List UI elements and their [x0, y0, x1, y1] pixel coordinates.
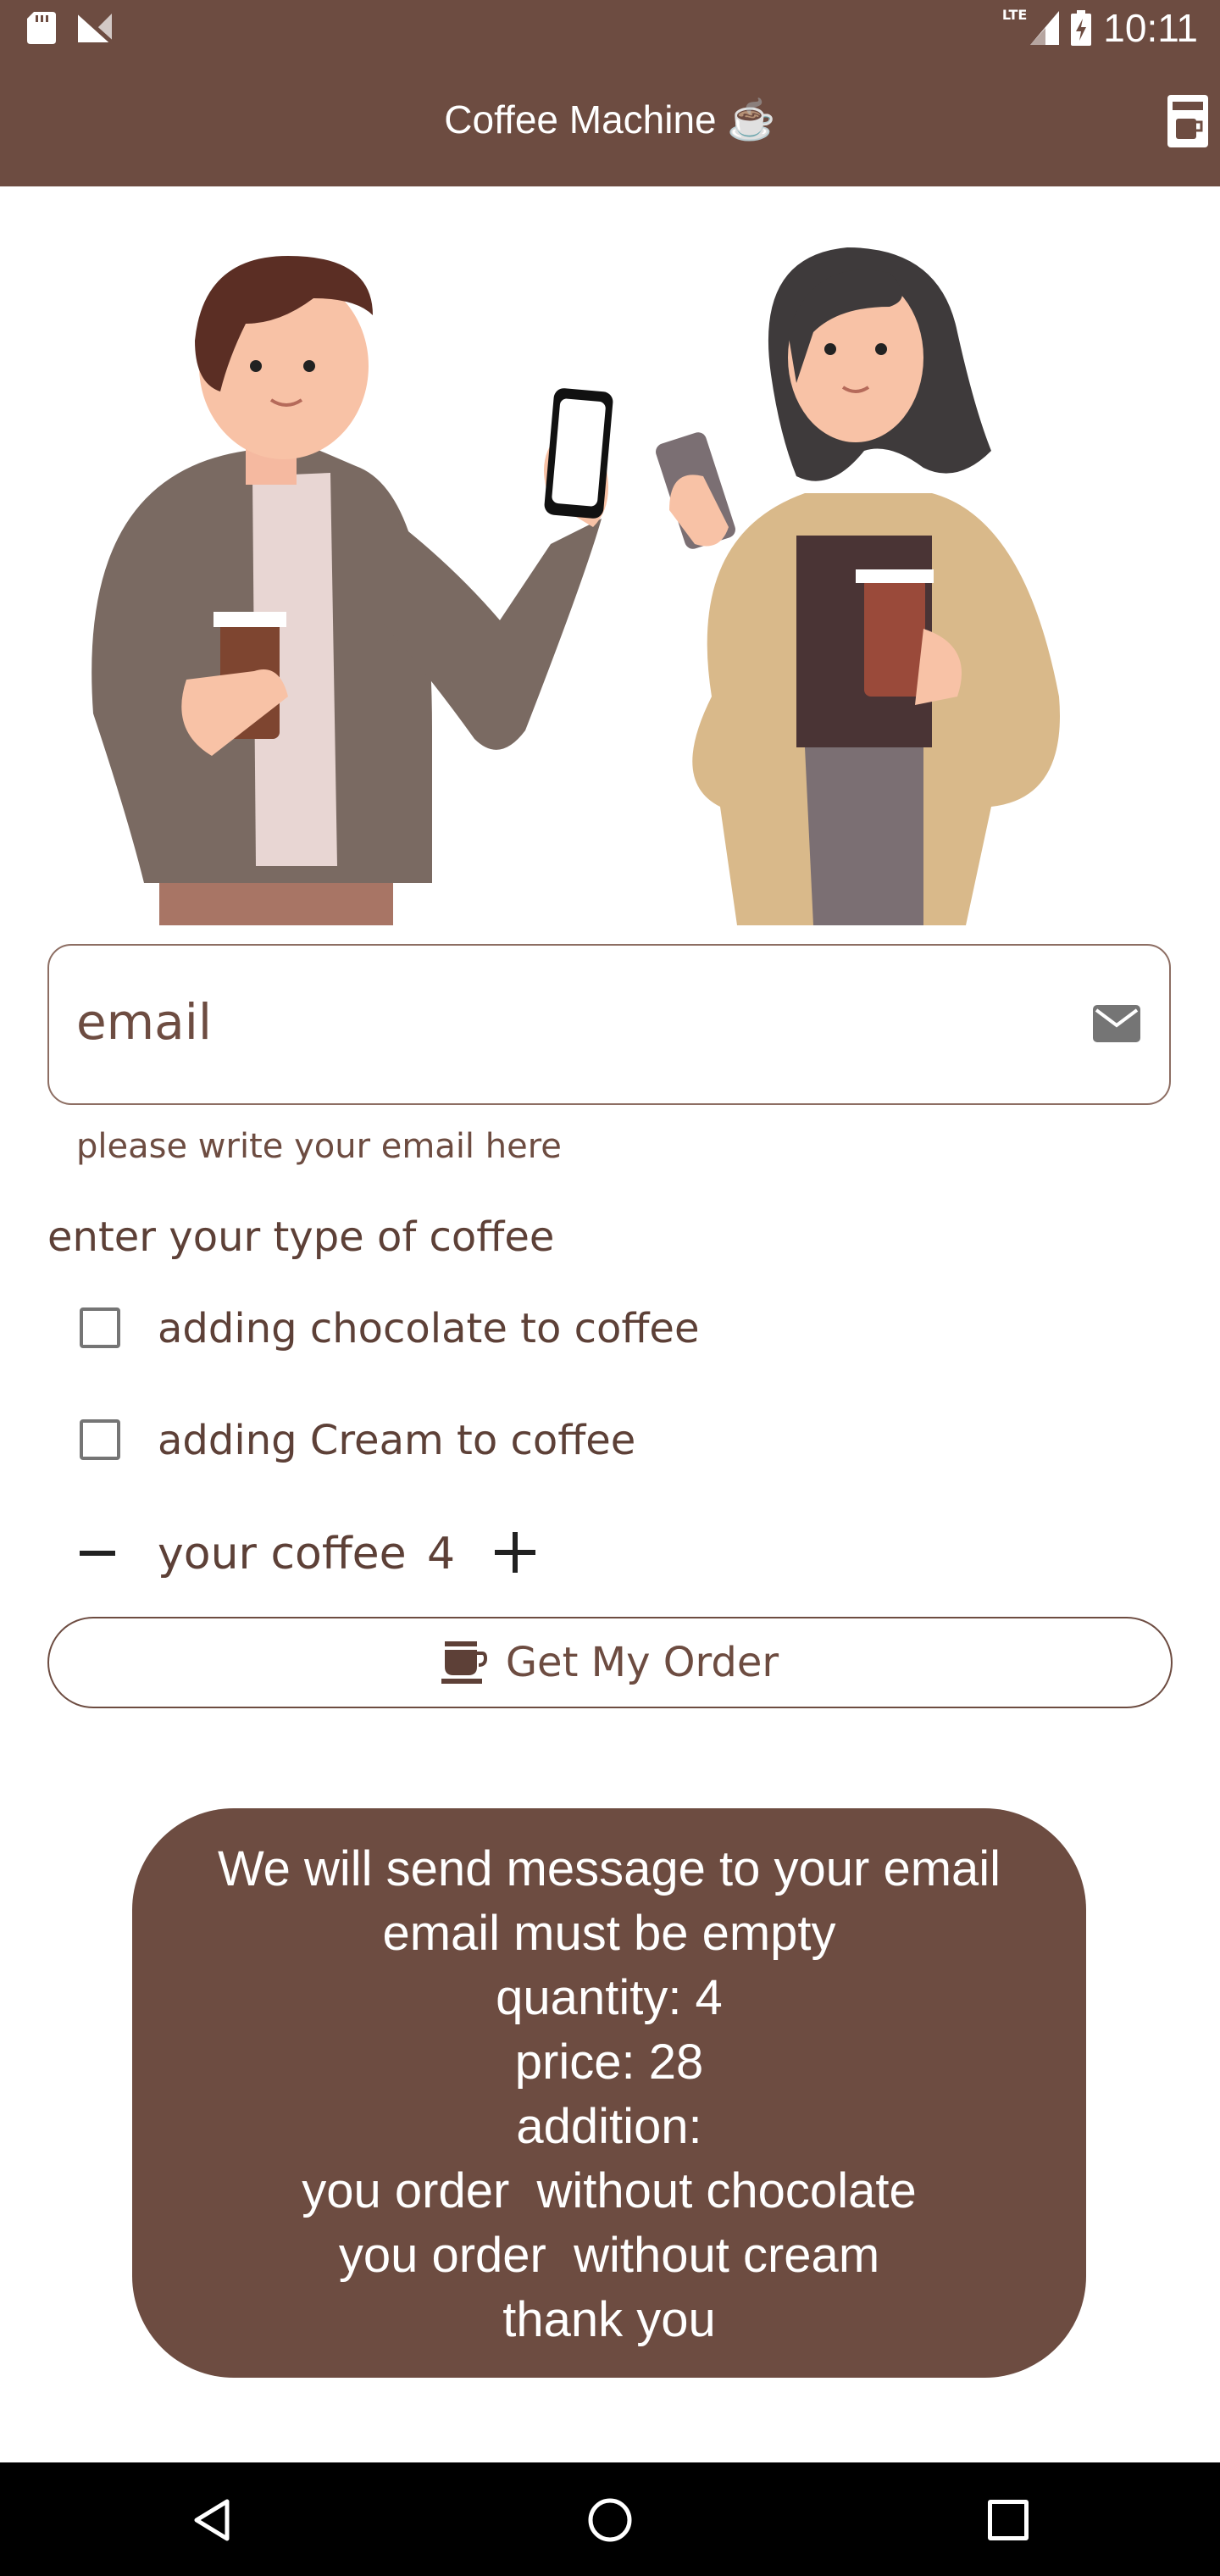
no-signal-icon [78, 12, 112, 42]
coffee-mug-icon [441, 1641, 487, 1684]
navigation-bar [0, 2462, 1220, 2576]
coffee-machine-icon[interactable] [1162, 92, 1213, 151]
chocolate-checkbox[interactable] [80, 1307, 120, 1348]
recents-icon[interactable] [988, 2500, 1029, 2540]
email-field[interactable]: email [47, 944, 1171, 1105]
email-helper-text: please write your email here [76, 1127, 562, 1166]
toast-line: quantity: 4 [496, 1970, 723, 2025]
mail-icon [1093, 1005, 1140, 1042]
quantity-stepper: your coffee 4 [80, 1525, 588, 1585]
status-bar: LTE 10:11 [0, 0, 1220, 59]
chocolate-label: adding chocolate to coffee [158, 1305, 700, 1352]
toast-line: thank you [502, 2292, 716, 2347]
quantity-label: your coffee [158, 1529, 407, 1579]
sd-card-icon [27, 12, 56, 44]
app-title: Coffee Machine ☕ [0, 97, 1220, 143]
toast-line: you order without cream [338, 2228, 880, 2283]
lte-indicator: LTE [1001, 6, 1028, 23]
toast-line: email must be empty [382, 1906, 836, 1961]
woman-figure [656, 247, 1060, 925]
toast-line: We will send message to your email [217, 1841, 1001, 1896]
cream-option[interactable]: adding Cream to coffee [80, 1410, 635, 1469]
get-order-button[interactable]: Get My Order [47, 1617, 1173, 1708]
battery-charging-icon [1071, 10, 1092, 46]
cream-checkbox[interactable] [80, 1419, 120, 1460]
cream-label: adding Cream to coffee [158, 1417, 636, 1464]
chocolate-option[interactable]: adding chocolate to coffee [80, 1298, 699, 1357]
home-icon[interactable] [586, 2496, 634, 2544]
get-order-label: Get My Order [505, 1639, 779, 1686]
order-toast: We will send message to your email email… [132, 1808, 1086, 2378]
toast-line: you order without chocolate [302, 2163, 917, 2218]
status-time: 10:11 [1103, 6, 1198, 50]
decrement-button[interactable] [80, 1551, 115, 1556]
hero-illustration [92, 247, 1060, 925]
toast-line: addition: [516, 2099, 702, 2154]
quantity-value: 4 [427, 1529, 456, 1579]
increment-button[interactable] [495, 1532, 535, 1573]
coffee-type-label: enter your type of coffee [47, 1213, 555, 1261]
app-bar: Coffee Machine ☕ [0, 59, 1220, 186]
back-icon[interactable] [188, 2496, 236, 2544]
signal-icon [1030, 11, 1060, 45]
toast-line: price: 28 [514, 2035, 704, 2090]
coffee-cup-icon: ☕ [727, 97, 776, 142]
man-figure [92, 256, 613, 925]
email-label: email [76, 993, 212, 1051]
app-title-text: Coffee Machine [444, 97, 717, 142]
